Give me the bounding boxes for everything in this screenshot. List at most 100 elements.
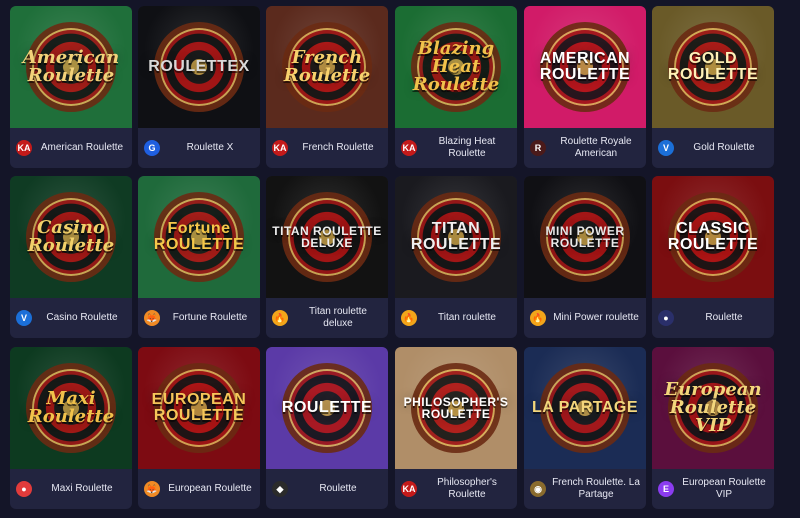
provider-logo-icon: V [16,310,32,326]
game-footer: V Gold Roulette [652,128,774,168]
game-card[interactable]: TITAN ROULETTE DELUXE 🔥 Titan roulette del… [266,176,388,338]
game-card[interactable]: TITAN ROULETTE 🔥 Titan roulette [395,176,517,338]
thumbnail-title: PHILOSOPHER'S ROULETTE [403,395,509,421]
game-thumbnail[interactable]: PHILOSOPHER'S ROULETTE [395,347,517,469]
game-name: French Roulette [302,142,374,153]
thumbnail-title: EUROPEAN ROULETTE [151,391,247,424]
game-card[interactable]: MINI POWER ROULETTE 🔥 Mini Power roulette [524,176,646,338]
game-thumbnail[interactable]: Blazing Heat Roulette [395,6,517,128]
game-footer: KA American Roulette [10,128,132,168]
provider-logo-icon: KA [401,140,417,156]
thumbnail-title: TITAN ROULETTE [410,220,502,253]
provider-logo-icon: KA [401,481,417,497]
provider-logo-icon: ● [658,310,674,326]
thumbnail-title: French Roulette [283,47,371,86]
game-thumbnail[interactable]: ROULETTE [266,347,388,469]
game-thumbnail[interactable]: French Roulette [266,6,388,128]
game-name: Gold Roulette [693,142,755,153]
game-footer: R Roulette Royale American [524,128,646,168]
game-grid: American Roulette KA American Roulette ROUL… [0,0,800,518]
game-name: Fortune Roulette [172,312,248,323]
game-name: European Roulette VIP [682,477,766,500]
game-name: European Roulette [168,483,252,494]
game-card[interactable]: European Roulette VIP E European Roulette … [652,347,774,509]
game-card[interactable]: Blazing Heat Roulette KA Blazing Heat Roul… [395,6,517,168]
thumbnail-title: Blazing Heat Roulette [412,38,500,95]
game-footer: ● Maxi Roulette [10,469,132,509]
thumbnail-title: European Roulette VIP [664,379,762,436]
thumbnail-title: AMERICAN ROULETTE [539,50,631,83]
game-card[interactable]: Casino Roulette V Casino Roulette [10,176,132,338]
game-thumbnail[interactable]: MINI POWER ROULETTE [524,176,646,298]
game-name: French Roulette. La Partage [552,477,640,500]
game-thumbnail[interactable]: ROULETTEX [138,6,260,128]
game-card[interactable]: GOLD ROULETTE V Gold Roulette [652,6,774,168]
game-card[interactable]: American Roulette KA American Roulette [10,6,132,168]
game-thumbnail[interactable]: American Roulette [10,6,132,128]
provider-logo-icon: G [144,140,160,156]
thumbnail-title: ROULETTEX [148,58,250,75]
provider-logo-icon: ◆ [272,481,288,497]
game-card[interactable]: CLASSIC ROULETTE ● Roulette [652,176,774,338]
game-card[interactable]: PHILOSOPHER'S ROULETTE KA Philosopher's Ro… [395,347,517,509]
thumbnail-title: TITAN ROULETTE DELUXE [272,224,382,250]
game-card[interactable]: Fortune ROULETTE 🦊 Fortune Roulette [138,176,260,338]
game-footer: 🦊 Fortune Roulette [138,298,260,338]
game-name: Roulette [319,483,357,494]
provider-logo-icon: V [658,140,674,156]
game-name: Roulette X [186,142,234,153]
game-footer: KA French Roulette [266,128,388,168]
thumbnail-title: CLASSIC ROULETTE [667,220,759,253]
provider-logo-icon: 🔥 [530,310,546,326]
game-card[interactable]: French Roulette KA French Roulette [266,6,388,168]
game-thumbnail[interactable]: Casino Roulette [10,176,132,298]
game-footer: ◆ Roulette [266,469,388,509]
game-name: American Roulette [40,142,124,153]
game-footer: 🔥 Titan roulette deluxe [266,298,388,338]
game-thumbnail[interactable]: Maxi Roulette [10,347,132,469]
game-card[interactable]: EUROPEAN ROULETTE 🦊 European Roulette [138,347,260,509]
game-footer: E European Roulette VIP [652,469,774,509]
provider-logo-icon: ◉ [530,481,546,497]
game-footer: KA Philosopher's Roulette [395,469,517,509]
provider-logo-icon: ● [16,481,32,497]
thumbnail-title: Maxi Roulette [27,388,115,427]
game-card[interactable]: Maxi Roulette ● Maxi Roulette [10,347,132,509]
game-name: Blazing Heat Roulette [438,136,496,159]
game-footer: G Roulette X [138,128,260,168]
game-card[interactable]: LA PARTAGE ◉ French Roulette. La Partage [524,347,646,509]
game-footer: 🦊 European Roulette [138,469,260,509]
game-thumbnail[interactable]: Fortune ROULETTE [138,176,260,298]
thumbnail-title: American Roulette [22,47,120,86]
game-thumbnail[interactable]: GOLD ROULETTE [652,6,774,128]
thumbnail-title: Casino Roulette [27,217,115,256]
game-footer: V Casino Roulette [10,298,132,338]
game-footer: KA Blazing Heat Roulette [395,128,517,168]
thumbnail-title: LA PARTAGE [531,399,639,416]
game-footer: 🔥 Mini Power roulette [524,298,646,338]
game-footer: ◉ French Roulette. La Partage [524,469,646,509]
thumbnail-title: ROULETTE [281,399,373,416]
game-name: Casino Roulette [46,312,118,323]
game-card[interactable]: ROULETTE ◆ Roulette [266,347,388,509]
game-thumbnail[interactable]: TITAN ROULETTE [395,176,517,298]
game-thumbnail[interactable]: AMERICAN ROULETTE [524,6,646,128]
provider-logo-icon: 🔥 [272,310,288,326]
thumbnail-title: Fortune ROULETTE [153,220,245,253]
game-footer: 🔥 Titan roulette [395,298,517,338]
game-thumbnail[interactable]: TITAN ROULETTE DELUXE [266,176,388,298]
provider-logo-icon: E [658,481,674,497]
game-card[interactable]: AMERICAN ROULETTE R Roulette Royale Americ… [524,6,646,168]
game-thumbnail[interactable]: European Roulette VIP [652,347,774,469]
game-card[interactable]: ROULETTEX G Roulette X [138,6,260,168]
game-thumbnail[interactable]: LA PARTAGE [524,347,646,469]
game-name: Roulette Royale American [560,136,632,159]
game-footer: ● Roulette [652,298,774,338]
thumbnail-title: GOLD ROULETTE [667,50,759,83]
game-name: Titan roulette deluxe [309,306,367,329]
thumbnail-title: MINI POWER ROULETTE [545,224,625,250]
game-name: Roulette [705,312,743,323]
game-thumbnail[interactable]: CLASSIC ROULETTE [652,176,774,298]
game-thumbnail[interactable]: EUROPEAN ROULETTE [138,347,260,469]
provider-logo-icon: KA [16,140,32,156]
